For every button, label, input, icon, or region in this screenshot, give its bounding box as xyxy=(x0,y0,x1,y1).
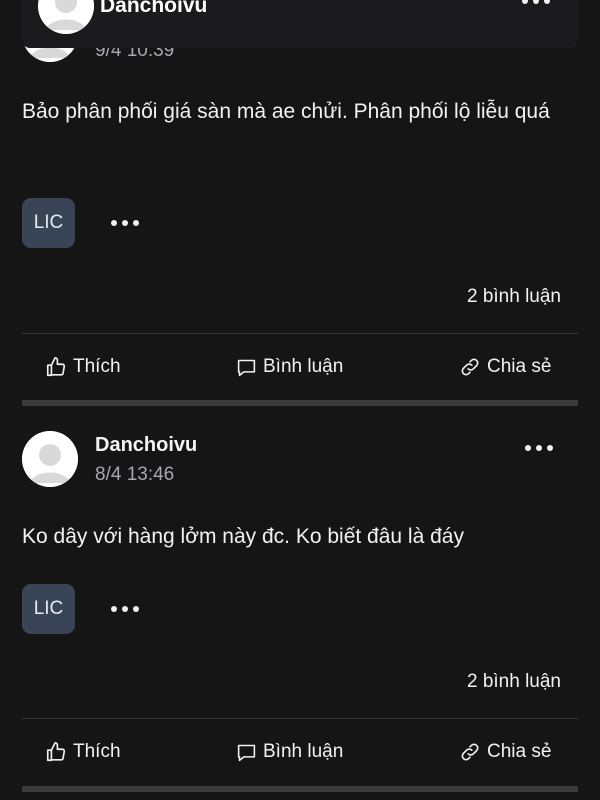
tag-row: LIC xyxy=(22,198,222,250)
more-dots-icon[interactable] xyxy=(111,606,139,612)
comment-bubble-icon xyxy=(237,744,256,761)
thumbs-up-icon xyxy=(46,357,66,377)
avatar[interactable] xyxy=(22,431,78,487)
stock-tag[interactable]: LIC xyxy=(22,584,75,634)
tag-row: LIC xyxy=(22,584,222,636)
comment-label: Bình luận xyxy=(263,356,344,377)
like-button[interactable]: Thích xyxy=(45,741,121,763)
share-button[interactable]: Chia sẻ xyxy=(459,741,551,763)
link-icon xyxy=(461,743,479,761)
comment-count[interactable]: 2 bình luận xyxy=(467,671,561,693)
like-label: Thích xyxy=(73,741,121,762)
link-icon xyxy=(461,358,479,376)
more-dots-icon[interactable] xyxy=(522,0,550,4)
like-label: Thích xyxy=(73,356,121,377)
post-separator xyxy=(22,400,578,406)
like-button[interactable]: Thích xyxy=(45,356,121,378)
author-name[interactable]: Danchoivu xyxy=(95,434,197,457)
stock-tag[interactable]: LIC xyxy=(22,198,75,248)
share-label: Chia sẻ xyxy=(487,356,552,377)
comment-count[interactable]: 2 bình luận xyxy=(467,286,561,308)
default-avatar-icon xyxy=(38,0,94,34)
post-separator xyxy=(22,786,578,792)
post-text: Ko dây với hàng lởm này đc. Ko biết đâu … xyxy=(22,525,464,548)
comment-button[interactable]: Bình luận xyxy=(236,741,343,763)
more-dots-icon[interactable] xyxy=(525,445,553,451)
thumbs-up-icon xyxy=(46,742,66,762)
post-actions: Thích Bình luận Chia sẻ xyxy=(0,741,600,781)
divider xyxy=(22,333,578,334)
author-name[interactable]: Danchoivu xyxy=(100,0,207,18)
share-button[interactable]: Chia sẻ xyxy=(459,356,551,378)
sticky-post-header: Danchoivu xyxy=(22,0,578,48)
post-time: 8/4 13:46 xyxy=(95,464,175,485)
comment-label: Bình luận xyxy=(263,741,344,762)
post-text: Bảo phân phối giá sàn mà ae chửi. Phân p… xyxy=(22,100,550,123)
more-dots-icon[interactable] xyxy=(111,220,139,226)
post-header: Danchoivu 8/4 13:46 xyxy=(22,431,578,487)
post-actions: Thích Bình luận Chia sẻ xyxy=(0,356,600,396)
share-label: Chia sẻ xyxy=(487,741,552,762)
comment-bubble-icon xyxy=(237,359,256,376)
divider xyxy=(22,718,578,719)
default-avatar-icon xyxy=(22,431,78,487)
avatar[interactable] xyxy=(38,0,94,34)
comment-button[interactable]: Bình luận xyxy=(236,356,343,378)
